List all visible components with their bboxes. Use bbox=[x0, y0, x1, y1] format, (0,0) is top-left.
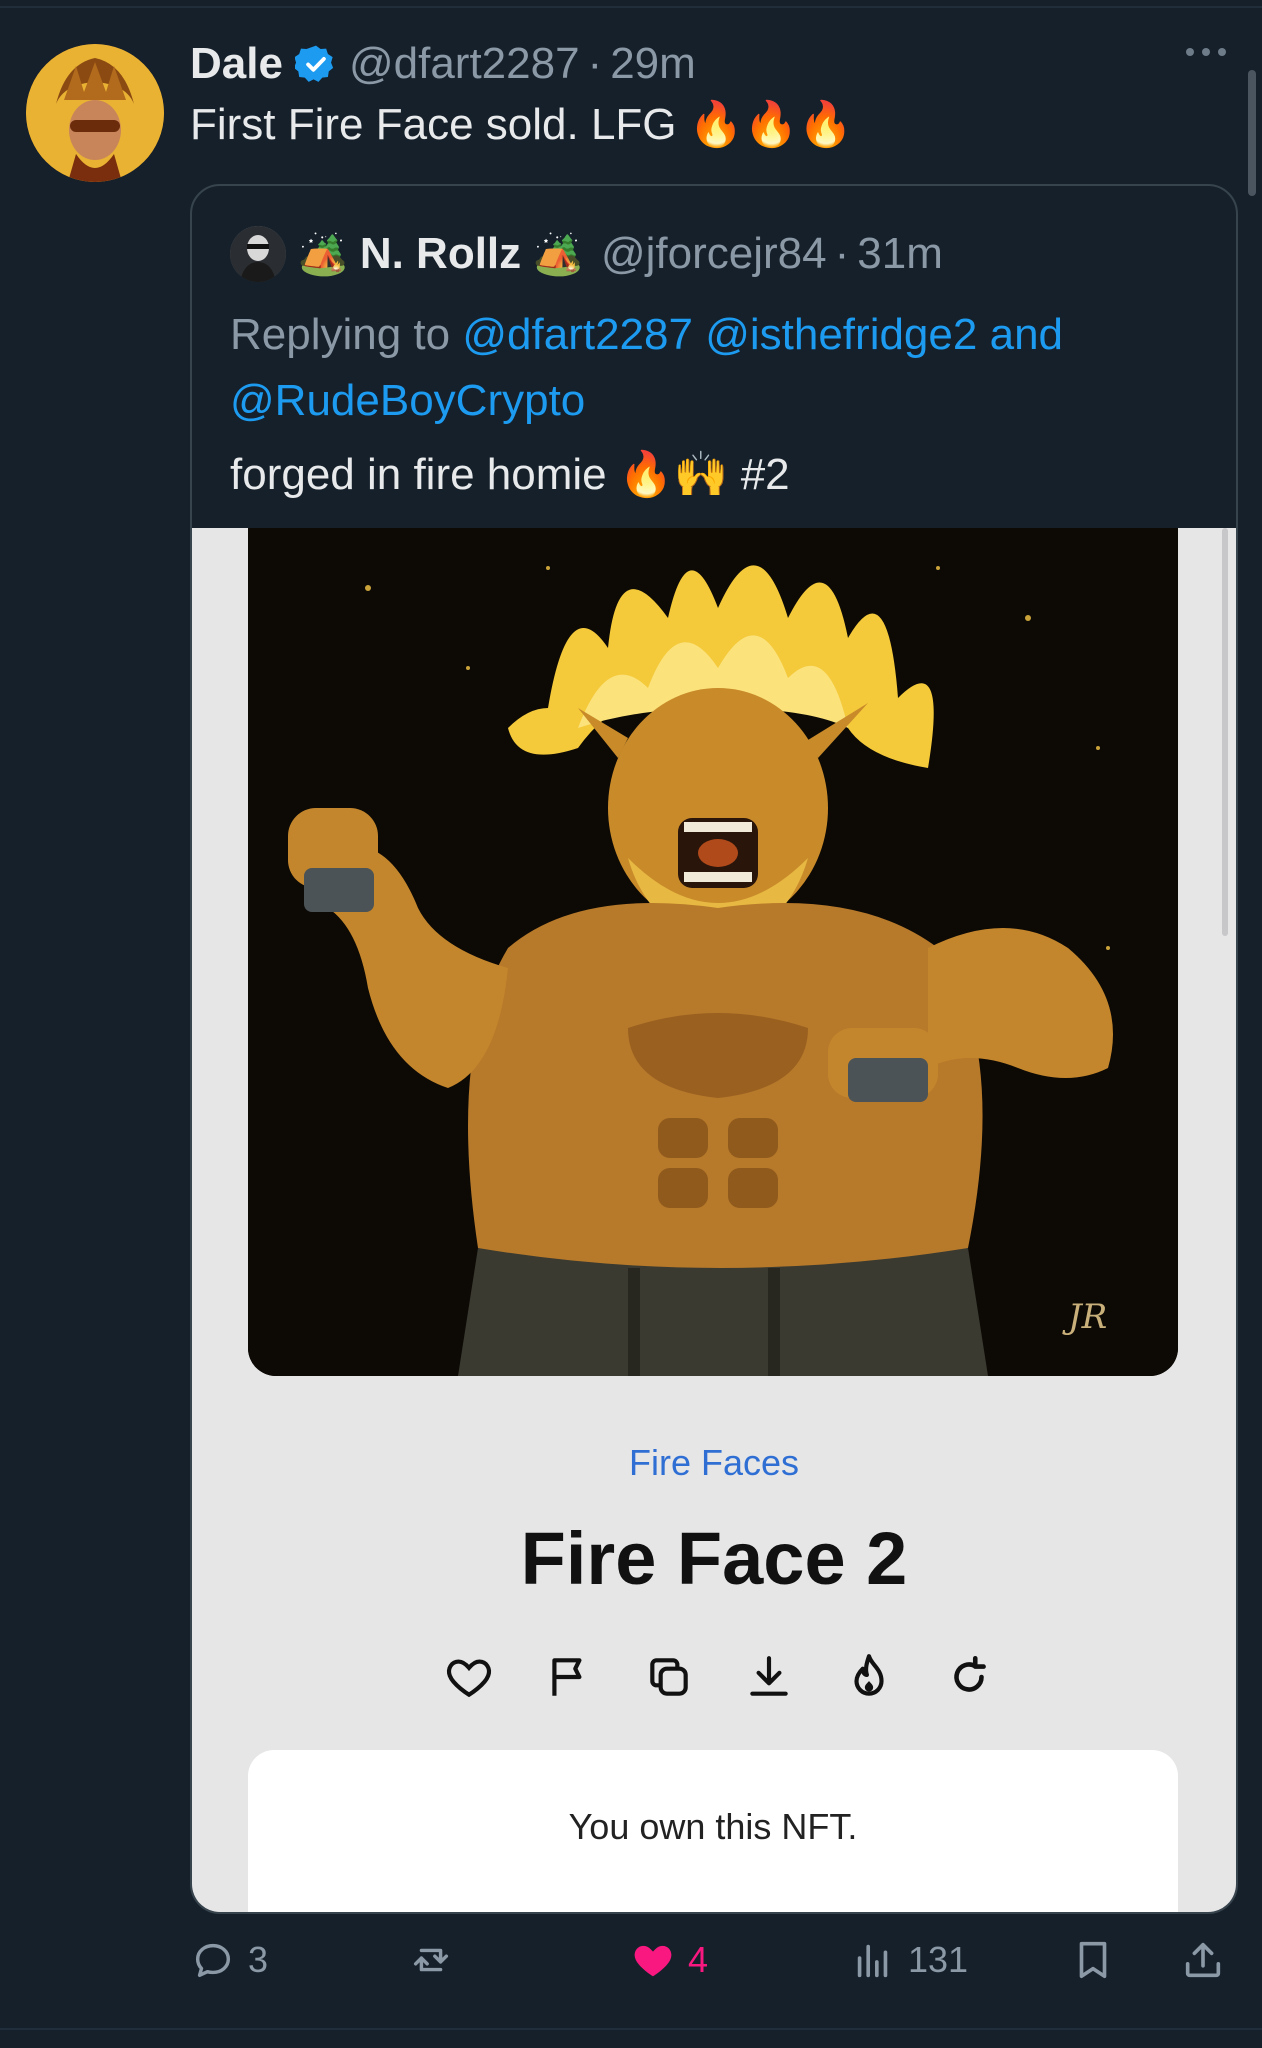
like-count: 4 bbox=[688, 1939, 709, 1980]
views-chart-icon bbox=[857, 1944, 888, 1978]
views-button[interactable]: 131 bbox=[850, 1930, 968, 1990]
heart-filled-icon bbox=[634, 1945, 672, 1977]
mention-isthefridge2[interactable]: @isthefridge2 bbox=[705, 310, 977, 359]
nft-collection-link: Fire Faces bbox=[628, 1442, 800, 1483]
fire-raised-hands-emoji: 🔥🙌 bbox=[618, 449, 729, 500]
bookmark-icon bbox=[1079, 1941, 1107, 1979]
quoted-author-avatar[interactable] bbox=[230, 226, 286, 282]
replying-to-label: Replying to bbox=[230, 310, 451, 359]
camping-emoji-suffix: 🏕️ bbox=[533, 231, 583, 278]
verified-badge-icon bbox=[294, 45, 334, 82]
burn-icon bbox=[844, 1652, 894, 1702]
reply-button[interactable]: 3 bbox=[190, 1930, 268, 1990]
tweet-action-bar: 3 4 131 bbox=[190, 1930, 1230, 1990]
flag-icon bbox=[544, 1652, 594, 1702]
bottom-divider bbox=[0, 2028, 1262, 2030]
quoted-author-handle[interactable]: @jforcejr84 bbox=[601, 229, 827, 279]
share-icon bbox=[1185, 1942, 1221, 1978]
quoted-text: forged in fire homie 🔥🙌 #2 bbox=[230, 448, 790, 500]
like-button[interactable]: 4 bbox=[630, 1930, 708, 1990]
tweet-timestamp[interactable]: 29m bbox=[610, 39, 696, 89]
reply-count: 3 bbox=[248, 1939, 269, 1980]
fire-face-artwork: JR bbox=[248, 528, 1178, 1376]
view-count: 131 bbox=[908, 1939, 969, 1980]
nft-action-icons bbox=[444, 1652, 994, 1702]
refresh-icon bbox=[944, 1652, 994, 1702]
share-button[interactable] bbox=[1180, 1930, 1226, 1990]
quoted-tweet-card[interactable]: 🏕️ N. Rollz 🏕️ @jforcejr84 · 31m Replyin… bbox=[190, 184, 1238, 1914]
author-handle[interactable]: @dfart2287 bbox=[349, 39, 580, 89]
mention-dfart2287[interactable]: @dfart2287 bbox=[462, 310, 693, 359]
reply-icon bbox=[195, 1943, 231, 1978]
quoted-separator-dot: · bbox=[834, 229, 850, 278]
repost-button[interactable] bbox=[408, 1930, 466, 1990]
tweet-header: Dale @dfart2287 · 29m bbox=[190, 36, 696, 92]
ownership-note: You own this NFT. bbox=[568, 1806, 858, 1847]
quoted-header: 🏕️ N. Rollz 🏕️ @jforcejr84 · 31m bbox=[230, 226, 943, 282]
svg-text:JR: JR bbox=[1062, 1297, 1107, 1337]
download-icon bbox=[744, 1652, 794, 1702]
media-scrollbar bbox=[1222, 528, 1228, 936]
tweet-text-body: First Fire Face sold. LFG bbox=[190, 100, 677, 149]
mention-and-others[interactable]: and bbox=[990, 310, 1063, 359]
bookmark-button[interactable] bbox=[1070, 1930, 1116, 1990]
quoted-media-image[interactable]: JR Fire Faces Fire Face 2 You own this N… bbox=[192, 528, 1236, 1912]
separator-dot: · bbox=[587, 39, 603, 88]
mention-rudeboycrypto[interactable]: @RudeBoyCrypto bbox=[230, 376, 585, 425]
more-options-icon[interactable] bbox=[1186, 48, 1226, 56]
replying-to-line: Replying to @dfart2287 @isthefridge2 and… bbox=[230, 302, 1210, 434]
author-name[interactable]: Dale bbox=[190, 39, 283, 89]
quoted-author-name[interactable]: N. Rollz bbox=[360, 229, 521, 279]
quoted-timestamp[interactable]: 31m bbox=[857, 229, 943, 279]
tweet-text: First Fire Face sold. LFG 🔥🔥🔥 bbox=[190, 98, 853, 150]
nft-title: Fire Face 2 bbox=[520, 1517, 908, 1600]
fire-emoji-group: 🔥🔥🔥 bbox=[688, 99, 854, 150]
camping-emoji: 🏕️ bbox=[298, 231, 348, 278]
scrollbar-thumb[interactable] bbox=[1248, 70, 1256, 196]
copy-icon bbox=[644, 1652, 694, 1702]
repost-icon bbox=[413, 1948, 449, 1972]
ownership-card: You own this NFT. bbox=[248, 1750, 1178, 1912]
author-avatar[interactable] bbox=[26, 44, 164, 182]
quoted-text-body: forged in fire homie bbox=[230, 450, 607, 499]
quoted-text-suffix: #2 bbox=[740, 450, 790, 499]
heart-icon bbox=[444, 1652, 494, 1702]
top-divider bbox=[0, 6, 1262, 8]
